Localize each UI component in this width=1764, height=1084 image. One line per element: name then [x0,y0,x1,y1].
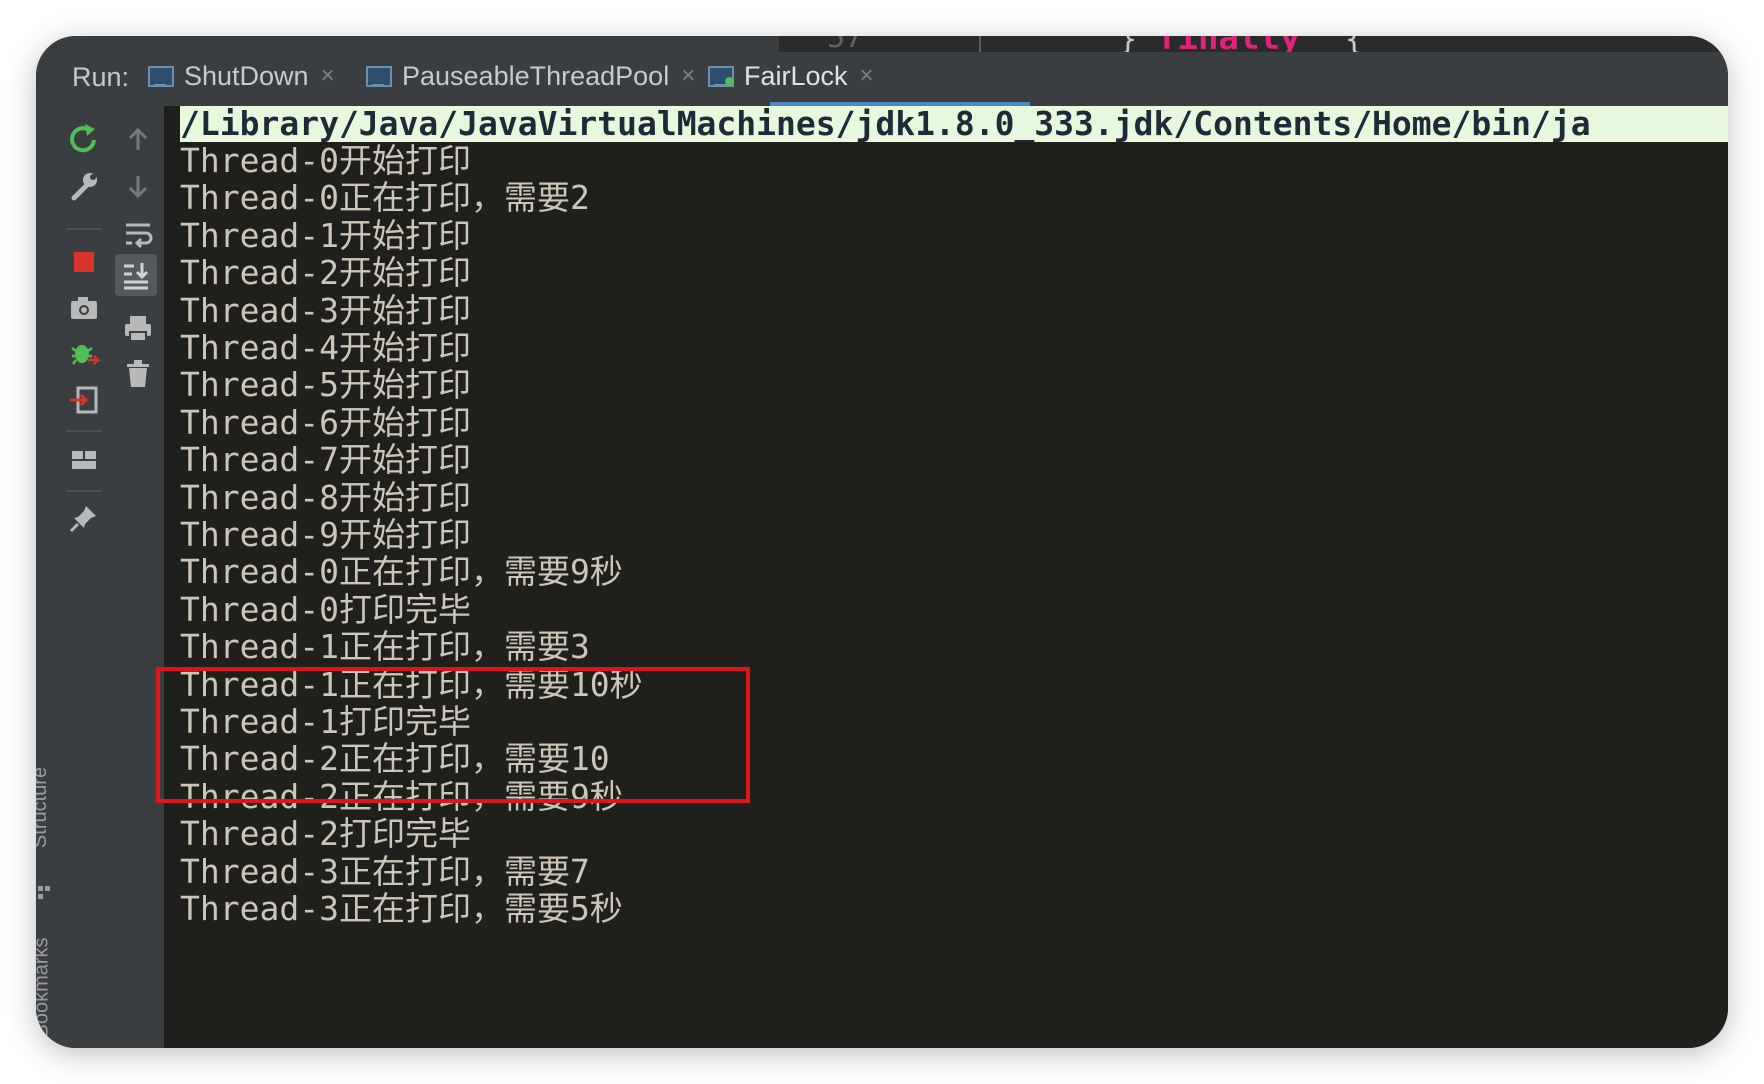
gutter-divider [979,36,981,52]
scroll-to-end-toggle[interactable] [115,254,157,296]
wrench-icon[interactable] [64,166,104,206]
layout-icon[interactable] [64,440,104,480]
soft-wrap-icon[interactable] [118,214,158,254]
console-line: Thread-0开始打印 [180,141,471,180]
code-brace-open: { [1345,36,1363,52]
print-icon[interactable] [118,308,158,348]
code-brace-close: } [1119,36,1137,52]
debug-bug-icon[interactable] [64,334,104,374]
console-output[interactable]: /Library/Java/JavaVirtualMachines/jdk1.8… [156,106,1728,1048]
highlight-annotation [156,667,750,803]
run-toolbar-secondary [112,106,166,1048]
camera-icon[interactable] [64,288,104,328]
tab-label: FairLock [744,60,848,91]
scroll-to-end-icon [124,263,149,290]
console-line: Thread-6开始打印 [180,402,471,442]
console-line: Thread-4开始打印 [180,328,471,367]
console-line: Thread-5开始打印 [180,365,471,405]
console-line: Thread-7开始打印 [180,440,471,480]
tab-label: ShutDown [184,60,309,91]
run-toolbar-primary [56,106,112,1048]
toolbar-separator [66,430,102,432]
run-config-icon [148,64,176,88]
ide-window: 57 } finally { Run: ShutDown × Pauseable… [36,36,1728,1048]
tab-label: PauseableThreadPool [402,60,670,91]
arrow-down-icon[interactable] [118,166,158,206]
login-exit-icon[interactable] [64,380,104,420]
toolbar-separator [66,490,102,492]
console-line: Thread-1开始打印 [180,215,471,255]
close-icon[interactable]: × [860,62,874,90]
pin-icon[interactable] [64,498,104,538]
rerun-icon[interactable] [64,120,104,160]
close-icon[interactable]: × [321,62,335,90]
trash-icon[interactable] [118,354,158,394]
arrow-up-icon[interactable] [118,120,158,160]
close-icon[interactable]: × [681,62,695,90]
tab-pauseablethreadpool[interactable]: PauseableThreadPool × [366,50,695,102]
console-line: Thread-2开始打印 [180,253,471,293]
run-config-icon [366,64,394,88]
bookmarks-tool-label[interactable]: Bookmarks [36,937,54,1037]
console-line: Thread-8开始打印 [180,477,471,517]
console-line: Thread-1正在打印，需要3 [180,627,590,667]
structure-tool-label[interactable]: Structure [36,767,52,848]
console-line: Thread-9开始打印 [180,515,471,554]
console-line: Thread-3开始打印 [180,290,471,330]
console-line: Thread-3正在打印，需要7 [180,851,590,891]
tab-shutdown[interactable]: ShutDown × [148,50,335,102]
console-line: Thread-0正在打印，需要2 [180,178,590,218]
console-line: Thread-0正在打印，需要9秒 [180,552,623,592]
stop-icon[interactable] [64,242,104,282]
editor-peek: 57 } finally { [779,36,1728,52]
console-line: Thread-3正在打印，需要5秒 [180,889,623,928]
run-label: Run: [72,62,130,92]
console-line: Thread-2打印完毕 [180,814,471,854]
structure-icon [38,886,50,900]
console-line: Thread-0打印完毕 [180,589,471,629]
tab-fairlock[interactable]: FairLock × [708,50,874,102]
run-tab-bar: 57 } finally { Run: ShutDown × Pauseable… [36,36,1728,106]
command-line: /Library/Java/JavaVirtualMachines/jdk1.8… [180,106,1728,142]
run-config-running-icon [708,64,736,88]
toolbar-separator [66,228,102,230]
left-tool-strip: Structure Bookmarks [36,106,57,1048]
code-keyword: finally [1157,36,1300,52]
